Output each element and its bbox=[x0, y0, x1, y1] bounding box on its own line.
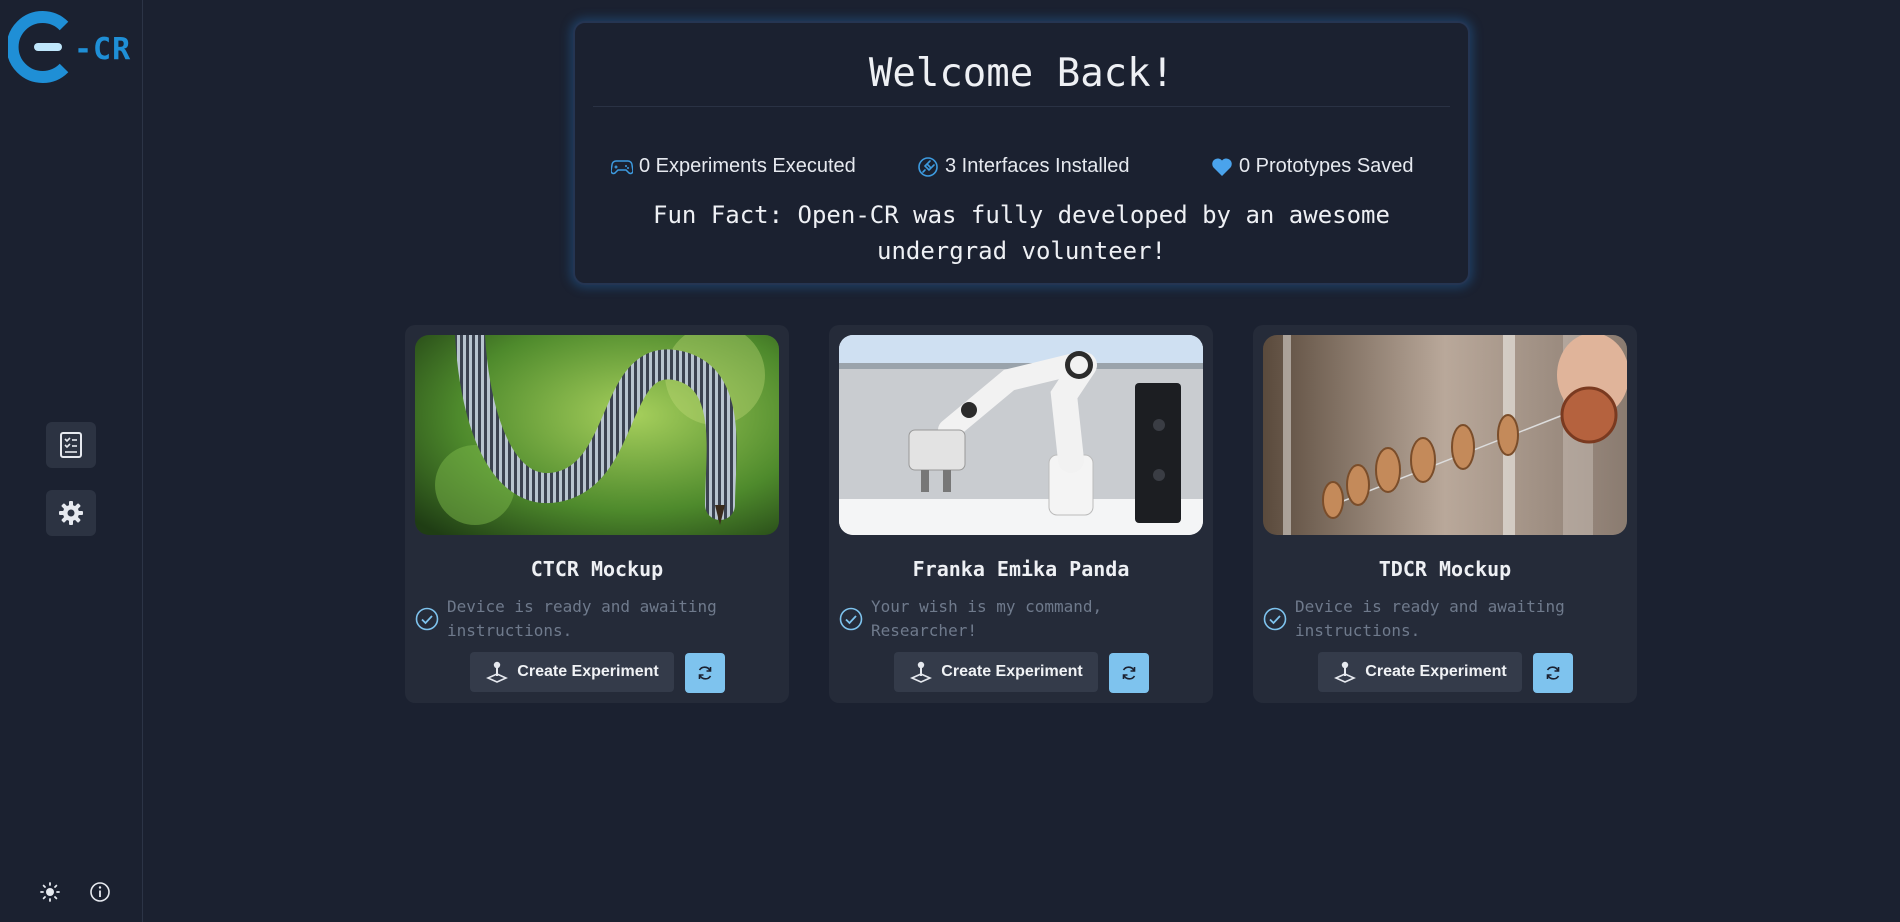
create-experiment-label: Create Experiment bbox=[1365, 663, 1507, 680]
device-image bbox=[415, 335, 779, 535]
stat-experiments: 0 Experiments Executed bbox=[611, 155, 856, 178]
device-status-text: Your wish is my command, Researcher! bbox=[871, 597, 1103, 640]
plug-icon bbox=[917, 156, 939, 178]
joystick-icon bbox=[486, 661, 509, 683]
create-experiment-label: Create Experiment bbox=[941, 663, 1083, 680]
info-button[interactable] bbox=[88, 880, 112, 904]
logo-mark bbox=[6, 11, 69, 83]
app-logo[interactable]: -CR bbox=[6, 10, 138, 84]
refresh-button[interactable] bbox=[685, 653, 725, 693]
device-status-text: Device is ready and awaiting instruction… bbox=[1295, 597, 1565, 640]
stat-interfaces: 3 Interfaces Installed bbox=[917, 155, 1130, 178]
create-experiment-button[interactable]: Create Experiment bbox=[894, 652, 1098, 692]
sidebar: -CR bbox=[0, 0, 143, 922]
device-status: Device is ready and awaiting instruction… bbox=[1263, 595, 1627, 643]
refresh-icon bbox=[698, 666, 712, 680]
refresh-button[interactable] bbox=[1109, 653, 1149, 693]
info-icon bbox=[90, 882, 110, 902]
joystick-icon bbox=[1334, 661, 1357, 683]
refresh-icon bbox=[1546, 666, 1560, 680]
device-card-ctcr: CTCR Mockup Device is ready and awaiting… bbox=[405, 325, 789, 703]
heart-icon bbox=[1211, 156, 1233, 178]
create-experiment-button[interactable]: Create Experiment bbox=[470, 652, 674, 692]
experiment-log-button[interactable] bbox=[46, 422, 96, 468]
device-image bbox=[839, 335, 1203, 535]
stat-label: 0 Prototypes Saved bbox=[1239, 155, 1414, 177]
sun-icon bbox=[40, 882, 60, 902]
device-title: TDCR Mockup bbox=[1378, 557, 1512, 581]
device-title: Franka Emika Panda bbox=[912, 557, 1130, 581]
settings-button[interactable] bbox=[46, 490, 96, 536]
checklist-icon bbox=[60, 432, 82, 458]
stat-prototypes: 0 Prototypes Saved bbox=[1211, 155, 1414, 178]
gamepad-icon bbox=[611, 156, 633, 178]
create-experiment-label: Create Experiment bbox=[517, 663, 659, 680]
joystick-icon bbox=[910, 661, 933, 683]
create-experiment-button[interactable]: Create Experiment bbox=[1318, 652, 1522, 692]
device-status-text: Device is ready and awaiting instruction… bbox=[447, 597, 717, 640]
device-title: CTCR Mockup bbox=[530, 557, 664, 581]
check-circle-icon bbox=[839, 607, 863, 631]
device-card-tdcr: TDCR Mockup Device is ready and awaiting… bbox=[1253, 325, 1637, 703]
check-circle-icon bbox=[1263, 607, 1287, 631]
check-circle-icon bbox=[415, 607, 439, 631]
device-status: Device is ready and awaiting instruction… bbox=[415, 595, 779, 643]
divider bbox=[593, 106, 1450, 107]
refresh-button[interactable] bbox=[1533, 653, 1573, 693]
fun-fact: Fun Fact: Open-CR was fully developed by… bbox=[653, 201, 1390, 265]
welcome-title: Welcome Back! bbox=[868, 51, 1175, 96]
welcome-panel: Welcome Back! 0 Experiments Executed 3 I… bbox=[573, 21, 1470, 285]
device-image bbox=[1263, 335, 1627, 535]
logo-text: -CR bbox=[74, 32, 132, 67]
device-card-franka: Franka Emika Panda Your wish is my comma… bbox=[829, 325, 1213, 703]
device-status: Your wish is my command, Researcher! bbox=[839, 595, 1203, 643]
refresh-icon bbox=[1122, 666, 1136, 680]
theme-toggle-button[interactable] bbox=[38, 880, 62, 904]
stat-label: 0 Experiments Executed bbox=[639, 155, 856, 177]
stat-label: 3 Interfaces Installed bbox=[945, 155, 1130, 177]
gear-icon bbox=[59, 501, 83, 525]
